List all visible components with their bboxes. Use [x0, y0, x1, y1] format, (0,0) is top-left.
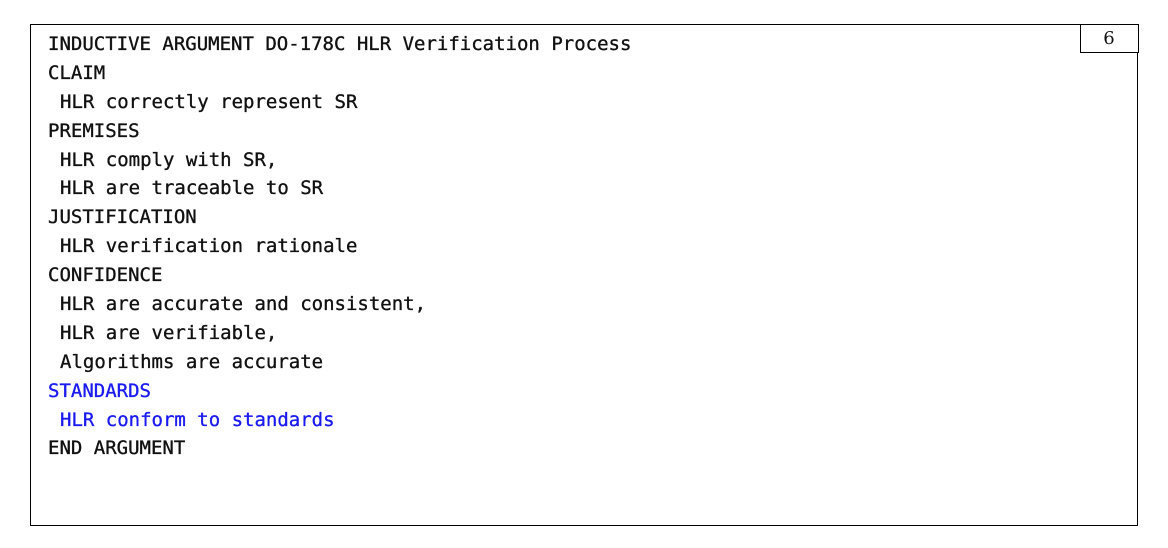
confidence-item: HLR are accurate and consistent,: [60, 293, 427, 316]
argument-number-box: 6: [1079, 23, 1139, 53]
argument-header-line: INDUCTIVE ARGUMENT DO-178C HLR Verificat…: [48, 33, 632, 55]
premises-keyword: PREMISES: [48, 119, 140, 142]
end-argument-line: END ARGUMENT: [48, 437, 186, 460]
claim-keyword: CLAIM: [48, 61, 106, 84]
argument-lines: INDUCTIVE ARGUMENT DO-178C HLR Verificat…: [48, 30, 632, 463]
argument-number: 6: [1103, 27, 1115, 49]
confidence-item: HLR are verifiable,: [60, 321, 278, 344]
standards-keyword: STANDARDS: [48, 379, 151, 402]
confidence-item: Algorithms are accurate: [60, 350, 324, 373]
premise-item: HLR are traceable to SR: [60, 177, 324, 200]
standards-text: HLR conform to standards: [60, 408, 335, 431]
justification-keyword: JUSTIFICATION: [48, 206, 197, 229]
justification-text: HLR verification rationale: [60, 235, 358, 258]
premise-item: HLR comply with SR,: [60, 148, 278, 171]
argument-box: 6 INDUCTIVE ARGUMENT DO-178C HLR Verific…: [30, 23, 1139, 526]
confidence-keyword: CONFIDENCE: [48, 264, 163, 287]
claim-text: HLR correctly represent SR: [60, 90, 358, 113]
